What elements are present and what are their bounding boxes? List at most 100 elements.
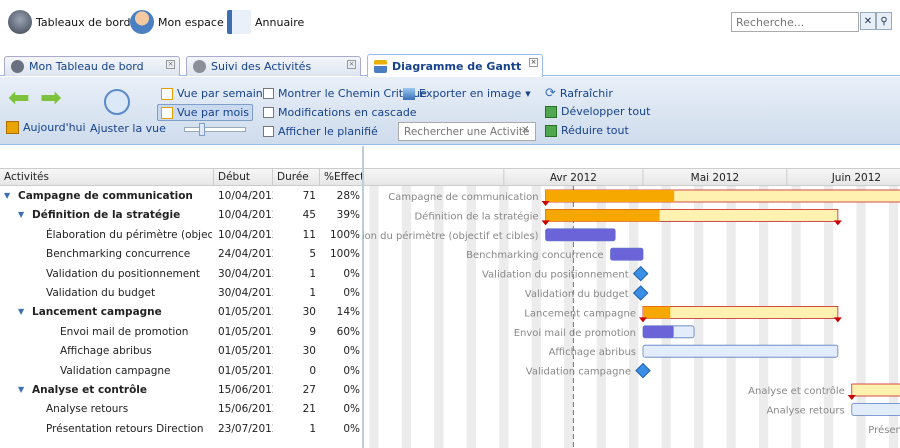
task-start: 23/07/2012 (218, 422, 273, 435)
tab-close-icon[interactable]: × (166, 60, 175, 69)
task-duration: 1 (309, 267, 316, 280)
clear-search-button[interactable]: ✕ (860, 12, 876, 30)
week-view-button[interactable]: Vue par semaine (157, 85, 274, 102)
collapse-toggle-icon[interactable]: ▼ (18, 307, 24, 317)
task-duration: 0 (309, 364, 316, 377)
table-row[interactable]: Présentation retours Direction 23/07/2012… (0, 420, 363, 439)
chevron-down-icon: ▼ (525, 89, 531, 98)
table-row[interactable]: ▼ Analyse et contrôle 15/06/2012 27 0% (0, 381, 363, 400)
expand-all-button[interactable]: Développer tout (545, 105, 650, 118)
next-button[interactable]: ➡ (40, 85, 62, 111)
tab-gantt-chart[interactable]: Diagramme de Gantt × (367, 54, 543, 77)
task-progress-bar (610, 248, 643, 261)
fit-view-button[interactable]: Ajuster la vue (90, 122, 166, 135)
summary-bar[interactable] (851, 383, 900, 397)
task-duration: 30 (302, 345, 316, 358)
column-header-start[interactable]: Début (214, 169, 273, 186)
collapse-toggle-icon[interactable]: ▼ (18, 385, 24, 395)
clear-filter-button[interactable]: ✕ (521, 125, 529, 136)
export-image-menu[interactable]: Exporter en image ▼ (403, 87, 531, 100)
address-book-icon (227, 10, 251, 34)
directory-link[interactable]: Annuaire (227, 8, 304, 36)
weekend-stripe (401, 186, 412, 448)
task-progress: 0% (343, 384, 360, 396)
column-header-progress[interactable]: %Effectué (320, 169, 363, 186)
task-name: Envoi mail de promotion (60, 325, 189, 338)
my-space-menu[interactable]: Mon espace▼ (130, 8, 234, 36)
cascade-checkbox[interactable]: Modifications en cascade (263, 106, 417, 119)
collapse-toggle-icon[interactable]: ▼ (18, 210, 24, 220)
tab-my-dashboard[interactable]: Mon Tableau de bord × (4, 56, 180, 76)
collapse-all-button[interactable]: Réduire tout (545, 124, 629, 137)
table-row[interactable]: ▼ Campagne de communication 10/04/2012 71 28… (0, 187, 363, 206)
table-row[interactable]: ▼ Définition de la stratégie 10/04/2012 45 3… (0, 206, 363, 225)
refresh-button[interactable]: ⟳ Rafraîchir (545, 86, 613, 101)
close-icon: ✕ (521, 125, 530, 136)
tab-close-icon[interactable]: × (347, 60, 356, 69)
task-name: Analyse et contrôle (32, 384, 147, 396)
task-duration: 45 (302, 209, 316, 222)
activity-filter-input[interactable] (398, 122, 536, 141)
task-progress: 0% (343, 267, 360, 280)
search-input[interactable] (731, 12, 859, 32)
month-label: Juin 2012 (831, 172, 881, 184)
tab-activity-tracking[interactable]: Suivi des Activités × (186, 56, 361, 76)
month-view-button[interactable]: Vue par mois (157, 104, 253, 121)
fit-view-icon-button[interactable] (104, 89, 130, 115)
planned-checkbox[interactable]: Afficher le planifié (263, 125, 378, 138)
top-navigation: Tableaux de bord▼ Mon espace▼ Annuaire ✕… (0, 0, 900, 46)
task-bar-label: Validation du budget (525, 289, 629, 300)
summary-start-marker (639, 317, 647, 323)
search-button[interactable]: ⚲ (876, 12, 892, 30)
table-row[interactable]: Analyse retours 15/06/2012 21 0% (0, 400, 363, 419)
previous-button[interactable]: ⬅ (8, 85, 30, 111)
task-start: 10/04/2012 (218, 209, 273, 222)
search-icon: ⚲ (880, 15, 888, 27)
task-progress: 14% (336, 306, 360, 319)
summary-start-marker (541, 220, 550, 226)
table-row[interactable]: Validation campagne 01/05/2012 0 0% (0, 362, 363, 381)
weekend-stripe (434, 186, 444, 448)
task-progress: 0% (343, 403, 360, 416)
dashboards-menu[interactable]: Tableaux de bord▼ (8, 8, 141, 36)
task-start: 01/05/2012 (218, 345, 273, 358)
task-duration: 11 (302, 228, 316, 241)
table-row[interactable]: ▼ Lancement campagne 01/05/2012 30 14% (0, 303, 363, 322)
image-icon (403, 87, 415, 100)
collapse-toggle-icon[interactable]: ▼ (4, 191, 10, 201)
table-row[interactable]: Envoi mail de promotion 01/05/2012 9 60% (0, 323, 363, 342)
table-row[interactable]: Élaboration du périmètre (objectif et… 10… (0, 226, 363, 245)
task-bar-label: Benchmarking concurrence (466, 250, 603, 261)
column-header-duration[interactable]: Durée (273, 169, 320, 186)
zoom-slider-thumb[interactable] (199, 123, 205, 136)
task-progress: 39% (336, 209, 360, 222)
table-row[interactable]: Validation du budget 30/04/2012 1 0% (0, 284, 363, 303)
collapse-icon (545, 124, 557, 137)
close-icon: ✕ (863, 15, 873, 27)
table-row[interactable]: Validation du positionnement 30/04/2012 1 0… (0, 265, 363, 284)
zoom-slider[interactable] (184, 123, 246, 136)
task-start: 01/05/2012 (218, 325, 273, 338)
expand-icon (545, 105, 557, 118)
summary-progress (545, 209, 660, 222)
task-bar[interactable] (851, 403, 900, 416)
column-header-activities[interactable]: Activités (0, 169, 214, 186)
task-name: Validation campagne (60, 364, 171, 377)
tab-close-icon[interactable]: × (529, 58, 538, 67)
task-duration: 9 (309, 325, 316, 338)
task-bar-label: Présentation retours Direction (868, 424, 900, 436)
task-progress-bar (545, 228, 616, 241)
task-progress: 0% (343, 364, 360, 377)
task-name: Analyse retours (46, 403, 129, 416)
task-bar-label: Définition de la stratégie (414, 210, 538, 222)
table-row[interactable]: Affichage abribus 01/05/2012 30 0% (0, 342, 363, 361)
task-bar[interactable] (642, 344, 839, 358)
task-progress: 0% (343, 287, 360, 299)
today-button[interactable]: Aujourd'hui (6, 121, 86, 134)
summary-bar[interactable] (642, 306, 839, 319)
task-progress: 100% (329, 248, 360, 261)
task-bar-label: Envoi mail de promotion (514, 328, 636, 339)
gantt-chart: Campagne de communication Définition de l… (363, 186, 900, 448)
gantt-timeline-header: Avr 2012Mai 2012Juin 2012Juil 2012 (503, 168, 881, 186)
table-row[interactable]: Benchmarking concurrence 24/04/2012 5 100% (0, 245, 363, 264)
